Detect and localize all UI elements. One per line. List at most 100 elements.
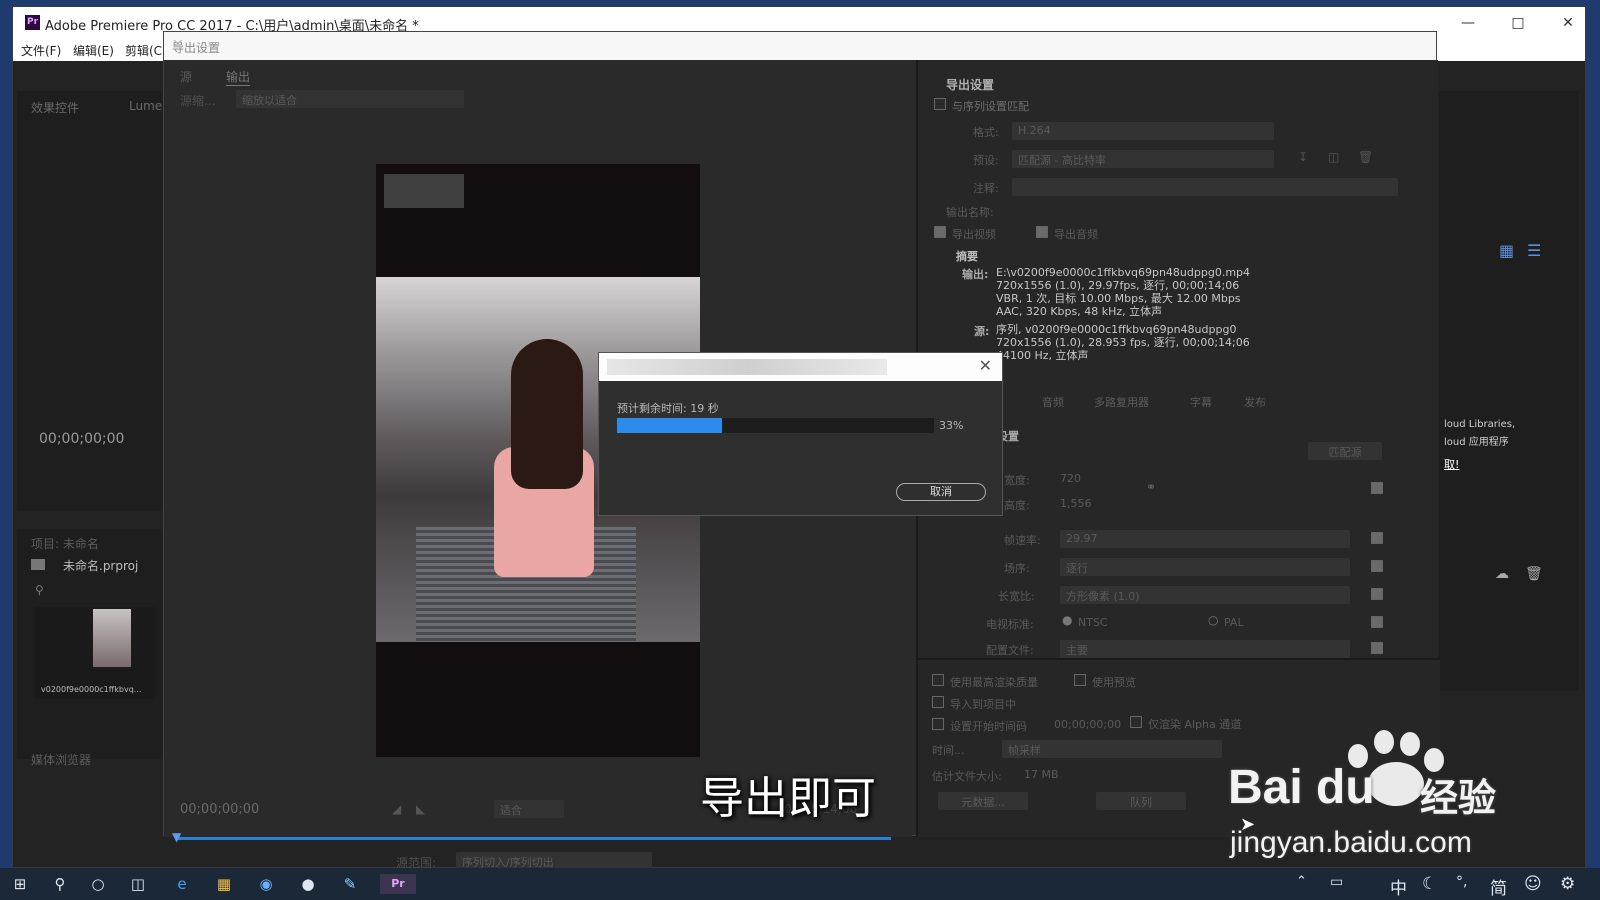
- start-timecode-value[interactable]: 00;00;00;00: [1054, 718, 1121, 731]
- export-video-checkbox[interactable]: [934, 226, 946, 238]
- export-dialog-titlebar: 导出设置 ✕: [164, 32, 1436, 60]
- preset-select[interactable]: 匹配源 - 高比特率: [1012, 150, 1274, 168]
- format-select[interactable]: H.264: [1012, 122, 1274, 140]
- tab-output[interactable]: 输出: [226, 68, 251, 86]
- import-preset-icon[interactable]: ◫: [1328, 150, 1339, 164]
- emoji-icon[interactable]: ☺: [1524, 874, 1542, 894]
- source-scaling-select[interactable]: 缩放以适合: [236, 90, 464, 108]
- cortana-icon[interactable]: ○: [88, 874, 108, 894]
- cloud-sync-icon[interactable]: ☁: [1495, 566, 1509, 582]
- close-icon[interactable]: ✕: [979, 356, 992, 375]
- trash-icon[interactable]: 🗑: [1525, 566, 1543, 582]
- output-label: 输出:: [962, 268, 989, 281]
- render-alpha-checkbox[interactable]: [1130, 716, 1142, 728]
- preset-label: 预设:: [973, 154, 999, 167]
- est-file-size-value: 17 MB: [1024, 768, 1059, 781]
- ime-language[interactable]: 中: [1390, 874, 1407, 899]
- summary-header: 摘要: [956, 250, 978, 263]
- menu-file[interactable]: 文件(F): [21, 42, 61, 59]
- network-icon[interactable]: ▭: [1330, 874, 1343, 890]
- project-file-name[interactable]: 未命名.prproj: [63, 557, 138, 574]
- output-name-link[interactable]: [1012, 202, 1252, 220]
- aspect-select[interactable]: 方形像素 (1.0): [1060, 586, 1350, 604]
- frame-rate-select[interactable]: 29.97: [1060, 530, 1350, 548]
- use-previews-checkbox[interactable]: [1074, 674, 1086, 686]
- desktop: Pr Adobe Premiere Pro CC 2017 - C:\用户\ad…: [0, 0, 1600, 900]
- tab-source[interactable]: 源: [180, 68, 192, 85]
- aspect-checkbox[interactable]: [1371, 588, 1383, 600]
- punctuation-icon[interactable]: °,: [1456, 874, 1467, 890]
- clip-thumbnail-card[interactable]: v0200f9e0000c1ffkbvq...: [35, 607, 155, 699]
- browser-icon[interactable]: ◉: [256, 874, 276, 894]
- delete-preset-icon[interactable]: 🗑: [1358, 150, 1373, 164]
- field-order-checkbox[interactable]: [1371, 560, 1383, 572]
- save-preset-icon[interactable]: ↧: [1298, 150, 1308, 164]
- cloud-link[interactable]: 取!: [1444, 456, 1459, 472]
- lumetri-tab[interactable]: Lume: [129, 99, 162, 113]
- import-into-project-checkbox[interactable]: [932, 696, 944, 708]
- menu-edit[interactable]: 编辑(E): [73, 42, 114, 59]
- ntsc-radio[interactable]: ●: [1062, 613, 1072, 627]
- minimize-icon[interactable]: —: [1458, 13, 1478, 33]
- max-render-quality-label: 使用最高渲染质量: [950, 676, 1038, 689]
- tray-chevron-icon[interactable]: ⌃: [1296, 874, 1307, 889]
- set-out-icon[interactable]: ◣: [416, 802, 425, 816]
- pal-radio[interactable]: ○: [1208, 613, 1218, 627]
- settings-gear-icon[interactable]: ⚙: [1560, 874, 1575, 894]
- max-render-quality-checkbox[interactable]: [932, 674, 944, 686]
- qq-icon[interactable]: ●: [298, 874, 318, 894]
- list-view-icon[interactable]: ☰: [1527, 241, 1541, 260]
- cloud-app-text: loud 应用程序: [1444, 437, 1509, 448]
- metadata-button[interactable]: 元数据...: [938, 792, 1028, 810]
- width-height-checkbox[interactable]: [1371, 482, 1383, 494]
- tab-publish[interactable]: 发布: [1244, 394, 1266, 410]
- set-start-timecode-checkbox[interactable]: [932, 718, 944, 730]
- search-icon[interactable]: ⚲: [50, 874, 70, 894]
- search-icon[interactable]: ⚲: [35, 583, 44, 597]
- windows-start-icon[interactable]: ⊞: [10, 874, 30, 894]
- notepad-icon[interactable]: ✎: [340, 874, 360, 894]
- playhead-icon[interactable]: ▼: [172, 830, 181, 844]
- menu-clip[interactable]: 剪辑(C: [125, 42, 162, 59]
- frame-rate-checkbox[interactable]: [1371, 532, 1383, 544]
- output-line: 720x1556 (1.0), 29.97fps, 逐行, 00;00;14;0…: [996, 279, 1240, 292]
- tab-audio[interactable]: 音频: [1042, 394, 1064, 410]
- grid-view-icon[interactable]: ▦: [1499, 241, 1514, 260]
- effect-controls-tab[interactable]: 效果控件: [31, 99, 79, 116]
- tv-standard-checkbox[interactable]: [1371, 616, 1383, 628]
- time-interpolation-select[interactable]: 帧采样: [1002, 740, 1222, 758]
- match-source-button[interactable]: 匹配源: [1308, 442, 1382, 460]
- source-line: 44100 Hz, 立体声: [996, 349, 1089, 362]
- media-browser-tab[interactable]: 媒体浏览器: [31, 751, 91, 768]
- output-line: VBR, 1 次, 目标 10.00 Mbps, 最大 12.00 Mbps: [996, 292, 1241, 305]
- close-icon[interactable]: ✕: [1558, 13, 1578, 33]
- height-value[interactable]: 1,556: [1060, 497, 1092, 510]
- timeline-scrubber[interactable]: [176, 837, 891, 840]
- field-order-select[interactable]: 逐行: [1060, 558, 1350, 576]
- cloud-libraries-text: loud Libraries,: [1444, 419, 1516, 430]
- output-name-label: 输出名称:: [946, 206, 994, 219]
- task-view-icon[interactable]: ◫: [128, 874, 148, 894]
- cancel-button[interactable]: 取消: [896, 483, 986, 501]
- file-explorer-icon[interactable]: ▦: [214, 874, 234, 894]
- profile-select[interactable]: 主要: [1060, 640, 1350, 658]
- moon-icon[interactable]: ☾: [1422, 874, 1437, 894]
- export-audio-checkbox[interactable]: [1036, 226, 1048, 238]
- close-icon[interactable]: ✕: [172, 37, 1426, 53]
- premiere-icon[interactable]: Pr: [380, 874, 416, 894]
- maximize-icon[interactable]: □: [1508, 13, 1528, 33]
- profile-checkbox[interactable]: [1371, 642, 1383, 654]
- tab-captions[interactable]: 字幕: [1190, 394, 1212, 410]
- output-line: AAC, 320 Kbps, 48 kHz, 立体声: [996, 305, 1163, 318]
- export-settings-header: 导出设置: [946, 78, 995, 92]
- width-value[interactable]: 720: [1060, 472, 1081, 485]
- ime-simplified[interactable]: 简: [1490, 874, 1507, 899]
- set-in-icon[interactable]: ◢: [392, 802, 401, 816]
- queue-button[interactable]: 队列: [1096, 792, 1186, 810]
- match-sequence-checkbox[interactable]: [934, 98, 946, 110]
- link-icon[interactable]: ⚭: [1146, 480, 1156, 494]
- comment-field[interactable]: [1012, 178, 1398, 196]
- edge-icon[interactable]: e: [172, 874, 192, 894]
- tab-multiplexer[interactable]: 多路复用器: [1094, 394, 1149, 410]
- fit-select[interactable]: 适合: [494, 800, 564, 818]
